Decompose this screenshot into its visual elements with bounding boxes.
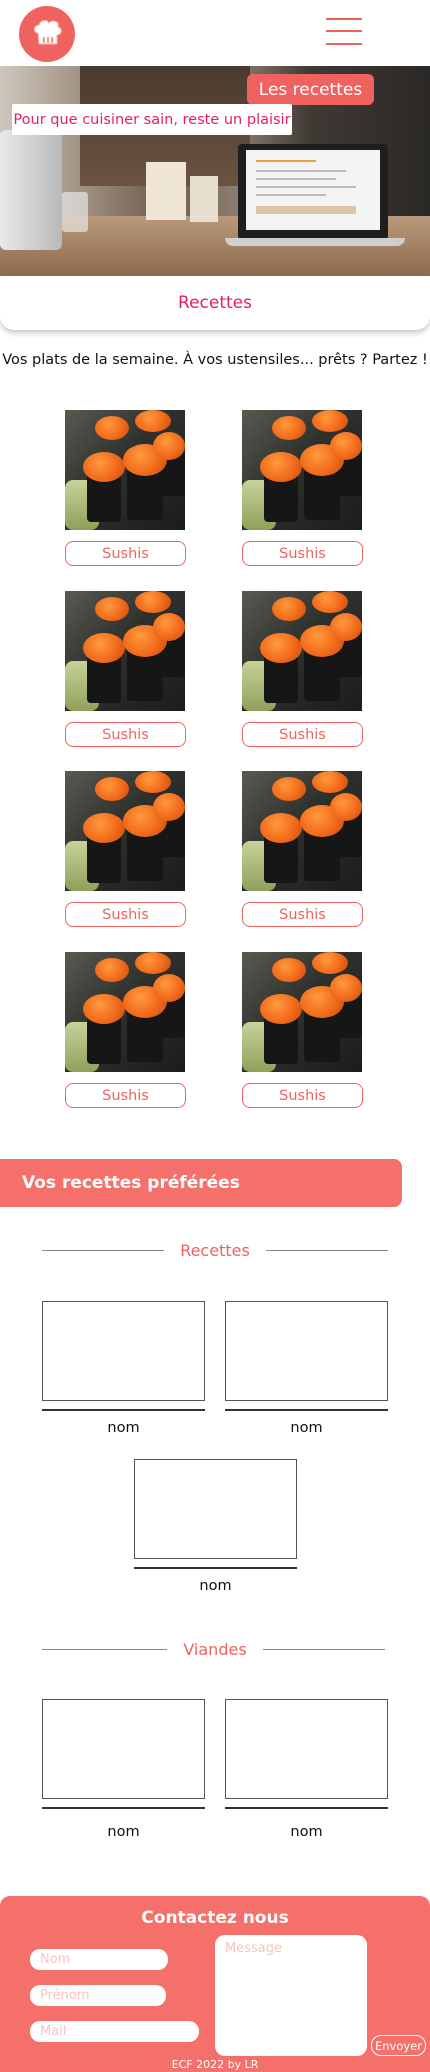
- recipe-button[interactable]: Sushis: [65, 1083, 186, 1108]
- favorite-underline: [225, 1409, 388, 1411]
- recipes-tab[interactable]: Recettes: [0, 276, 430, 330]
- contact-title: Contactez nous: [141, 1908, 289, 1928]
- recipe-button[interactable]: Sushis: [65, 902, 186, 927]
- chef-hat-icon[interactable]: [19, 6, 75, 62]
- favorites-banner: Vos recettes préférées: [0, 1159, 402, 1207]
- recipes-button[interactable]: Les recettes: [247, 74, 374, 105]
- recipe-button[interactable]: Sushis: [65, 722, 186, 747]
- recipes-tab-label: Recettes: [178, 293, 252, 313]
- section-divider: [263, 1649, 385, 1650]
- section-divider: [42, 1649, 167, 1650]
- message-textarea[interactable]: Message: [215, 1935, 367, 2056]
- section-divider: [42, 1250, 164, 1251]
- favorite-underline: [134, 1567, 297, 1569]
- recipe-photo[interactable]: [65, 591, 185, 711]
- copyright-text: ECF 2022 by LR: [171, 2058, 259, 2071]
- recipe-photo[interactable]: [242, 952, 362, 1072]
- recipe-photo[interactable]: [65, 952, 185, 1072]
- favorite-recipe-name: nom: [199, 1578, 232, 1594]
- hero-slogan: Pour que cuisiner sain, reste un plaisir: [12, 104, 292, 135]
- favorite-recipe-image[interactable]: [225, 1301, 388, 1401]
- recipe-button[interactable]: Sushis: [242, 541, 363, 566]
- favorite-meat-image[interactable]: [225, 1699, 388, 1799]
- recipe-button[interactable]: Sushis: [65, 541, 186, 566]
- favorite-recipe-image[interactable]: [134, 1459, 297, 1559]
- recipe-photo[interactable]: [242, 591, 362, 711]
- favorite-meat-image[interactable]: [42, 1699, 205, 1799]
- recipe-photo[interactable]: [242, 410, 362, 530]
- section-title-viandes: Viandes: [183, 1640, 247, 1659]
- nom-input[interactable]: Nom: [30, 1949, 168, 1970]
- recipe-photo[interactable]: [65, 771, 185, 891]
- hamburger-menu-icon[interactable]: [326, 16, 362, 46]
- favorite-underline: [42, 1807, 205, 1809]
- section-divider: [266, 1250, 388, 1251]
- recipe-photo[interactable]: [65, 410, 185, 530]
- favorite-underline: [225, 1807, 388, 1809]
- weekly-intro-text: Vos plats de la semaine. À vos ustensile…: [2, 352, 428, 368]
- send-button[interactable]: Envoyer: [371, 2035, 426, 2056]
- recipe-photo[interactable]: [242, 771, 362, 891]
- section-title-recettes: Recettes: [180, 1241, 250, 1260]
- favorite-meat-name: nom: [290, 1824, 323, 1840]
- favorite-recipe-name: nom: [290, 1420, 323, 1436]
- favorite-underline: [42, 1409, 205, 1411]
- favorite-recipe-image[interactable]: [42, 1301, 205, 1401]
- favorite-recipe-name: nom: [107, 1420, 140, 1436]
- recipe-button[interactable]: Sushis: [242, 902, 363, 927]
- recipe-button[interactable]: Sushis: [242, 722, 363, 747]
- mail-input[interactable]: Mail: [30, 2021, 199, 2042]
- recipe-button[interactable]: Sushis: [242, 1083, 363, 1108]
- favorite-meat-name: nom: [107, 1824, 140, 1840]
- prenom-input[interactable]: Prénom: [30, 1985, 166, 2006]
